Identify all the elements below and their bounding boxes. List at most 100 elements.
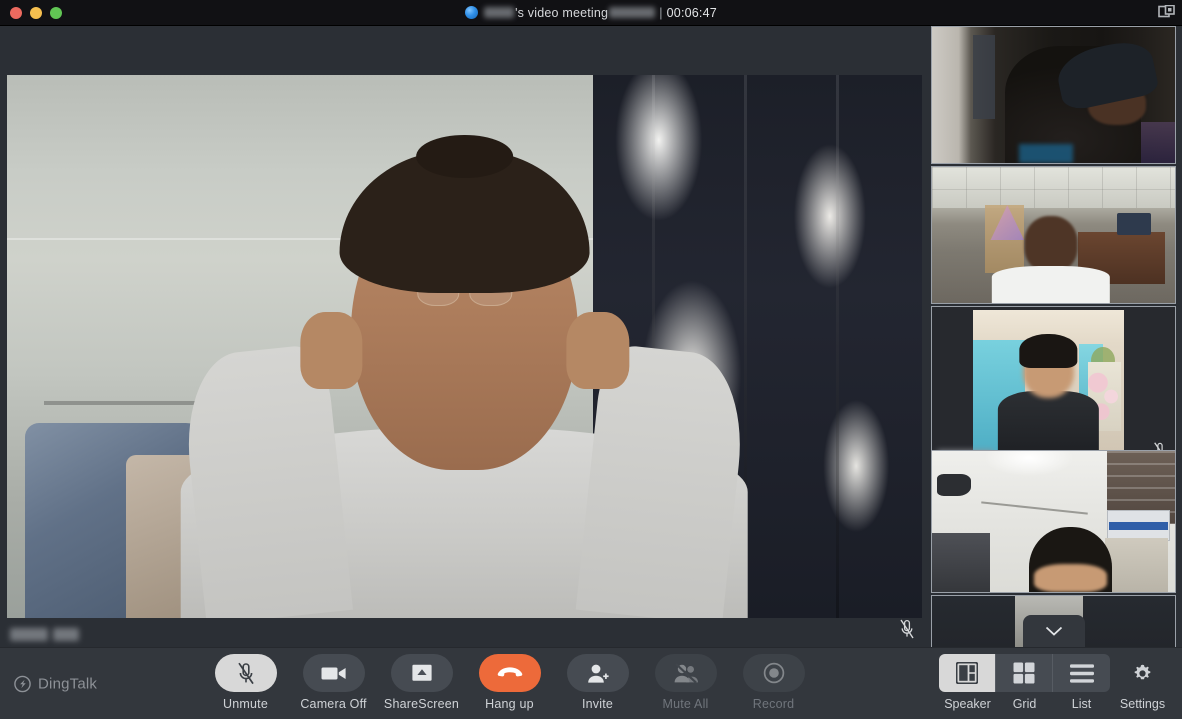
view-mode-list[interactable]: List <box>1053 654 1110 711</box>
thumb2-shirt <box>991 266 1111 303</box>
view-mode-list-box <box>1053 654 1110 692</box>
settings-button-box <box>1114 654 1171 692</box>
record-button-pill <box>742 654 805 692</box>
redacted-speaker-name <box>53 628 79 641</box>
unmute-button[interactable]: Unmute <box>208 654 283 711</box>
curtain-fold <box>836 75 840 618</box>
sharescreen-button-pill <box>390 654 453 692</box>
view-mode-list-label: List <box>1071 697 1092 711</box>
video-camera-icon <box>321 667 346 679</box>
bottom-toolbar: DingTalk Unmute Camera Off ShareScreen H… <box>0 647 1182 719</box>
participant-thumbnail-3[interactable] <box>931 306 1176 466</box>
invite-button-pill <box>566 654 629 692</box>
speaker-hand-left <box>299 312 363 389</box>
thumb2-person <box>991 215 1111 303</box>
view-mode-speaker-box <box>939 654 996 692</box>
thumb1-shirt-print <box>1019 143 1073 163</box>
camera-button-pill <box>302 654 365 692</box>
thumbnail-video <box>932 307 1175 465</box>
window-title-text: 's video meeting | 00:06:47 <box>484 6 717 20</box>
speaker-hair-bun <box>416 135 513 179</box>
title-bar: 's video meeting | 00:06:47 <box>0 0 1182 26</box>
view-mode-speaker[interactable]: Speaker <box>939 654 996 711</box>
thumbnail-video <box>932 167 1175 303</box>
unmute-button-pill <box>214 654 277 692</box>
participant-thumbnail-5[interactable] <box>931 595 1176 647</box>
window-controls[interactable] <box>0 6 62 19</box>
chevron-down-icon <box>1045 626 1062 636</box>
participant-thumbnail-2[interactable] <box>931 166 1176 304</box>
mic-muted-icon <box>900 619 914 639</box>
record-icon <box>763 662 784 684</box>
mute-all-icon <box>674 662 698 683</box>
view-mode-grid[interactable]: Grid <box>996 654 1053 711</box>
camera-button-label: Camera Off <box>300 697 367 711</box>
thumbnail-video <box>932 27 1175 163</box>
redacted-host-name <box>484 7 515 18</box>
unmute-button-label: Unmute <box>223 697 268 711</box>
record-button-label: Record <box>752 697 795 711</box>
redacted-speaker-name <box>10 628 48 641</box>
thumb3-hair <box>1019 334 1078 368</box>
sharescreen-button[interactable]: ShareScreen <box>384 654 459 711</box>
title-suffix: 's video meeting <box>515 5 609 20</box>
thumb4-lamp <box>936 473 971 497</box>
main-stage <box>0 26 929 647</box>
hangup-button[interactable]: Hang up <box>472 654 547 711</box>
phone-hangup-icon <box>497 667 522 677</box>
hangup-button-label: Hang up <box>485 697 534 711</box>
video-scene <box>7 75 922 618</box>
hangup-button-pill <box>478 654 541 692</box>
settings-button[interactable]: Settings <box>1114 654 1171 711</box>
settings-button-label: Settings <box>1119 697 1166 711</box>
add-person-icon <box>587 664 609 683</box>
meeting-timer: 00:06:47 <box>666 5 717 20</box>
view-mode-grid-label: Grid <box>1012 697 1037 711</box>
speaker-hand-right <box>566 312 630 389</box>
invite-button-label: Invite <box>581 697 614 711</box>
mute-all-button[interactable]: Mute All <box>648 654 723 711</box>
mic-muted-icon <box>237 662 254 684</box>
speaker-figure <box>178 135 751 618</box>
brand-label: DingTalk <box>38 675 98 692</box>
close-button[interactable] <box>10 6 22 19</box>
participant-sidebar[interactable] <box>929 26 1182 647</box>
layout-switcher: Speaker Grid List <box>939 654 1110 711</box>
grid-layout-icon <box>1013 662 1035 684</box>
sharescreen-button-label: ShareScreen <box>383 697 460 711</box>
meeting-status-dot <box>465 6 479 19</box>
active-speaker-video[interactable] <box>7 75 922 618</box>
thumb4-cabinet <box>1104 538 1168 592</box>
speaker-layout-icon <box>956 662 978 684</box>
thumb1-doorway <box>973 35 996 120</box>
invite-button[interactable]: Invite <box>560 654 635 711</box>
minimize-button[interactable] <box>30 6 42 19</box>
thumb3-video-frame <box>973 310 1124 462</box>
participant-thumbnail-1[interactable] <box>931 26 1176 164</box>
camera-button[interactable]: Camera Off <box>296 654 371 711</box>
video-meeting-window: 's video meeting | 00:06:47 DingTalk Unm… <box>0 0 1182 719</box>
thumb2-ceiling-grid <box>932 167 1175 208</box>
thumbnail-video <box>932 451 1175 592</box>
expand-icon[interactable] <box>1158 5 1175 21</box>
gear-icon <box>1134 664 1151 679</box>
toolbar-actions: Unmute Camera Off ShareScreen Hang up In… <box>208 654 811 711</box>
share-screen-icon <box>411 664 432 681</box>
thumb4-ceiling-light <box>985 451 1073 477</box>
thumb3-person <box>998 334 1100 462</box>
thumb2-head <box>1024 215 1078 272</box>
dingtalk-logo-icon <box>14 675 31 692</box>
title-separator: | <box>659 5 663 20</box>
scroll-down-button[interactable] <box>1022 615 1085 647</box>
thumb4-left-furniture <box>932 532 991 592</box>
app-brand: DingTalk <box>14 675 97 692</box>
view-mode-grid-box <box>996 654 1053 692</box>
mute-all-button-label: Mute All <box>662 697 709 711</box>
window-title: 's video meeting | 00:06:47 <box>0 0 1182 26</box>
zoom-button[interactable] <box>50 6 62 19</box>
active-speaker-name-label <box>10 628 79 641</box>
record-button[interactable]: Record <box>736 654 811 711</box>
mute-all-button-pill <box>654 654 717 692</box>
list-layout-icon <box>1069 663 1094 683</box>
participant-thumbnail-4[interactable] <box>931 450 1176 593</box>
